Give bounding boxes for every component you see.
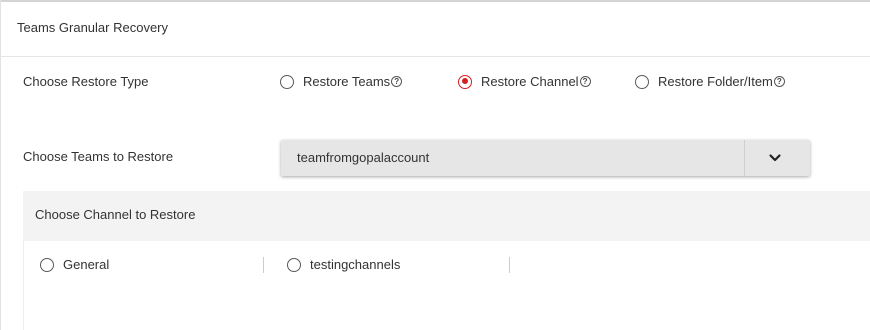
channel-list: General testingchannels xyxy=(23,241,870,330)
restore-channel-radio[interactable]: Restore Channel ? xyxy=(458,74,591,89)
section-title: Teams Granular Recovery xyxy=(17,20,168,35)
restore-folder-item-radio[interactable]: Restore Folder/Item ? xyxy=(635,74,785,89)
question-circle-icon[interactable]: ? xyxy=(391,76,403,87)
radio-button[interactable] xyxy=(280,74,294,89)
dropdown-divider xyxy=(744,140,745,176)
channel-panel: Choose Channel to Restore General testin… xyxy=(23,191,870,330)
restore-teams-label: Restore Teams xyxy=(303,74,391,89)
radio-button-selected[interactable] xyxy=(458,74,472,89)
teams-select-value: teamfromgopalaccount xyxy=(297,150,430,165)
column-divider xyxy=(263,257,264,273)
channel-panel-header: Choose Channel to Restore xyxy=(23,191,870,241)
restore-teams-radio[interactable]: Restore Teams ? xyxy=(280,74,403,89)
question-circle-icon[interactable]: ? xyxy=(579,76,591,87)
channel-option-testingchannels[interactable]: testingchannels xyxy=(287,257,400,272)
channel-label: Choose Channel to Restore xyxy=(35,207,196,222)
radio-button[interactable] xyxy=(287,257,301,272)
teams-granular-recovery-page: Teams Granular Recovery Choose Restore T… xyxy=(0,0,870,330)
restore-type-label: Choose Restore Type xyxy=(23,74,149,89)
radio-button[interactable] xyxy=(40,257,54,272)
teams-select[interactable]: teamfromgopalaccount xyxy=(281,140,810,176)
radio-button[interactable] xyxy=(635,74,649,89)
column-divider xyxy=(509,257,510,273)
channel-option-label: General xyxy=(63,257,110,272)
chevron-down-icon[interactable] xyxy=(767,150,783,166)
teams-label: Choose Teams to Restore xyxy=(23,149,174,164)
section-header: Teams Granular Recovery xyxy=(1,2,870,57)
channel-option-label: testingchannels xyxy=(310,257,401,272)
channel-option-general[interactable]: General xyxy=(40,257,109,272)
question-circle-icon[interactable]: ? xyxy=(773,76,785,87)
restore-channel-label: Restore Channel xyxy=(481,74,579,89)
restore-folder-item-label: Restore Folder/Item xyxy=(658,74,773,89)
